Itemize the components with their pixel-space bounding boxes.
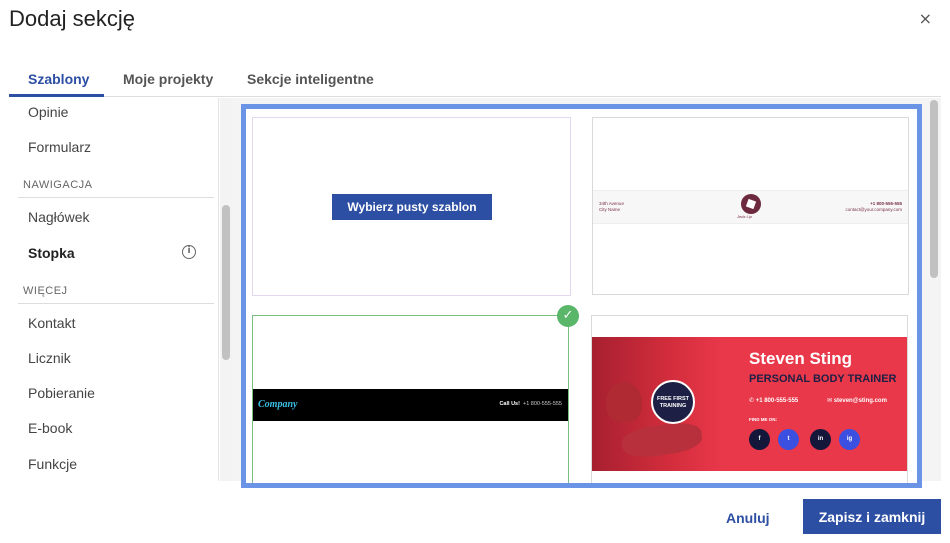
tab-bar: Szablony Moje projekty Sekcje inteligent… [9,66,941,97]
dialog-title: Dodaj sekcję [9,6,135,31]
sidebar-item-funkcje[interactable]: Funkcje [28,456,77,472]
free-training-badge: FREE FIRST TRAINING [651,380,695,424]
sidebar-item-opinie[interactable]: Opinie [28,104,68,120]
sidebar-item-stopka[interactable]: Stopka [28,245,75,261]
trainer-phone-text: +1 800-555-555 [755,398,799,404]
footer-preview: Company Call Us! +1 800-555-555 [253,389,568,421]
sidebar-item-licznik[interactable]: Licznik [28,350,71,366]
call-label: Call Us! [499,401,520,407]
preview-address: 34th Avenue City Name [599,201,624,213]
template-card-footer-dark[interactable]: Company Call Us! +1 800-555-555 [252,315,569,483]
sidebar-group-heading-wiecej: WIĘCEJ [23,285,68,297]
template-card-blank[interactable]: Wybierz pusty szablon [252,117,571,296]
tab-sekcje-inteligentne[interactable]: Sekcje inteligentne [247,71,374,87]
address-line: City Name [599,207,621,212]
logo-caption: Jedz Lip [737,214,752,219]
call-us-text: Call Us! +1 800-555-555 [499,401,562,407]
category-sidebar: Opinie Formularz NAWIGACJA Nagłówek Stop… [9,98,219,481]
trainer-role: PERSONAL BODY TRAINER [749,373,897,385]
info-icon[interactable]: i [182,245,196,259]
template-gallery: Wybierz pusty szablon 34th Avenue City N… [241,104,922,488]
sidebar-item-naglowek[interactable]: Nagłówek [28,209,89,225]
facebook-icon: f [749,429,770,450]
linkedin-icon: in [810,429,831,450]
check-icon: ✓ [557,305,579,327]
badge-line: TRAINING [659,403,687,409]
phone-icon: ✆ [749,398,755,404]
template-card-trainer[interactable]: FREE FIRST TRAINING Steven Sting PERSONA… [591,315,908,483]
choose-blank-template-button[interactable]: Wybierz pusty szablon [332,194,492,220]
footer-preview: 34th Avenue City Name Jedz Lip +1 800-55… [593,190,908,224]
preview-contact: +1 800-555-555 contact@your.company.com [845,201,902,213]
badge-line: FREE FIRST [656,396,690,402]
cancel-button[interactable]: Anuluj [726,510,770,526]
instagram-icon: ig [839,429,860,450]
trainer-email-text: steven@sting.com [833,398,887,404]
trainer-phone: ✆ +1 800-555-555 [749,397,798,404]
sidebar-item-ebook[interactable]: E-book [28,420,72,436]
trainer-photo-head [606,382,642,422]
trainer-preview: FREE FIRST TRAINING Steven Sting PERSONA… [592,337,907,471]
twitter-icon: t [778,429,799,450]
sidebar-item-pobieranie[interactable]: Pobieranie [28,385,95,401]
sidebar-group-heading-nawigacja: NAWIGACJA [23,179,93,191]
add-section-dialog: Dodaj sekcję × Szablony Moje projekty Se… [0,0,950,543]
close-icon[interactable]: × [919,9,932,28]
save-and-close-button[interactable]: Zapisz i zamknij [803,499,941,534]
template-card-footer-logo[interactable]: 34th Avenue City Name Jedz Lip +1 800-55… [592,117,909,295]
sidebar-item-formularz[interactable]: Formularz [28,139,91,155]
contact-email: contact@your.company.com [845,207,902,212]
sidebar-item-kontakt[interactable]: Kontakt [28,315,75,331]
tab-moje-projekty[interactable]: Moje projekty [123,71,213,87]
sidebar-scrollbar-thumb[interactable] [222,205,230,360]
find-me-label: FIND ME ON: [749,417,777,422]
trainer-email: ✉ steven@sting.com [827,397,887,404]
sidebar-divider [18,197,214,198]
mail-icon: ✉ [827,398,833,404]
trainer-name: Steven Sting [749,349,852,368]
brand-logo: Company [258,399,298,410]
active-tab-indicator [9,94,104,97]
tab-szablony[interactable]: Szablony [28,71,89,87]
logo-icon [741,194,761,214]
call-phone: +1 800-555-555 [523,401,562,407]
content-scrollbar-thumb[interactable] [930,100,938,278]
sidebar-divider [18,303,214,304]
